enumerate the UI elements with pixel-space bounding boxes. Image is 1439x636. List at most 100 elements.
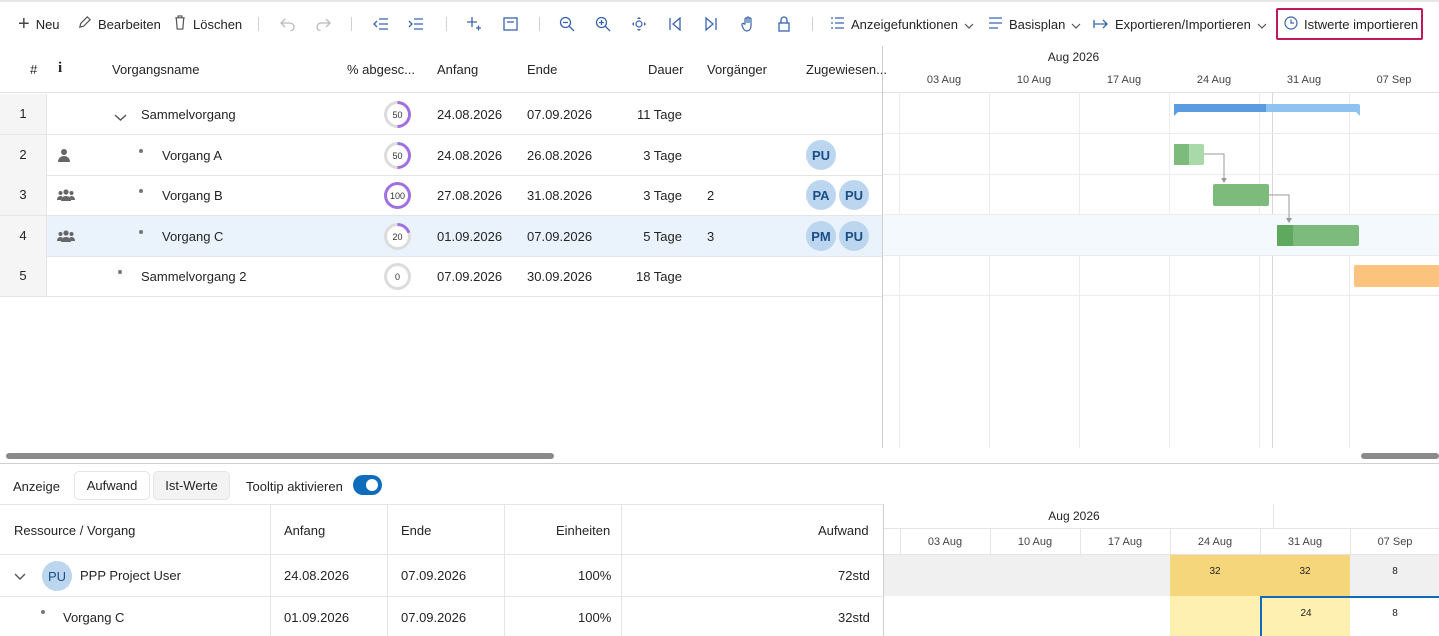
tab-effort[interactable]: Aufwand xyxy=(75,472,149,499)
toolbar-separator xyxy=(539,17,540,31)
progress-value: 50 xyxy=(387,104,408,125)
delete-button[interactable]: Löschen xyxy=(173,12,242,36)
bullet-icon xyxy=(139,189,143,193)
week-label: 17 Aug xyxy=(1107,536,1143,548)
resource-avatar[interactable]: PM xyxy=(806,221,836,251)
col-res-end[interactable]: Ende xyxy=(401,523,431,538)
tooltip-label: Tooltip aktivieren xyxy=(246,479,343,494)
add-subtask-icon[interactable] xyxy=(463,12,485,36)
zoom-fit-icon[interactable] xyxy=(628,12,650,36)
col-duration[interactable]: Dauer xyxy=(648,62,683,77)
baseline-dropdown[interactable]: Basisplan xyxy=(988,12,1081,36)
week-divider xyxy=(900,529,901,554)
task-row[interactable]: 5 Sammelvorgang 2 0 07.09.2026 30.09.2026 18 … xyxy=(0,256,882,297)
col-resource[interactable]: Ressource / Vorgang xyxy=(14,523,135,538)
edit-button[interactable]: Bearbeiten xyxy=(77,12,161,36)
go-to-start-icon[interactable] xyxy=(664,12,686,36)
duration: 3 Tage xyxy=(643,188,682,203)
col-effort[interactable]: Aufwand xyxy=(818,523,869,538)
zoom-out-icon[interactable] xyxy=(556,12,578,36)
grid-scrollbar[interactable] xyxy=(6,453,554,459)
display-label: Anzeige xyxy=(13,479,60,494)
collapse-chevron-icon[interactable] xyxy=(114,110,127,125)
progress-value: 100 xyxy=(387,185,408,206)
resource-avatar[interactable]: PU xyxy=(806,140,836,170)
window-icon[interactable] xyxy=(499,12,521,36)
week-label: 07 Sep xyxy=(1377,536,1413,548)
effort-cell: 24 xyxy=(1260,596,1350,636)
toolbar-separator xyxy=(446,17,447,31)
resource-task-row[interactable]: Vorgang C 01.09.2026 07.09.2026 100% 32s… xyxy=(0,597,883,636)
col-number[interactable]: # xyxy=(30,62,37,77)
gantt-chart: Aug 2026 03 Aug 10 Aug 17 Aug 24 Aug 31 Aug 0… xyxy=(882,46,1439,448)
week-divider xyxy=(1170,529,1171,554)
end-date: 31.08.2026 xyxy=(527,188,593,203)
end-date: 30.09.2026 xyxy=(527,269,593,284)
task-name: Sammelvorgang xyxy=(141,107,236,122)
timeline-header-border xyxy=(884,554,1439,555)
pan-hand-icon[interactable] xyxy=(737,12,759,36)
duration: 11 Tage xyxy=(636,107,682,122)
effort-cell: 8 xyxy=(1392,566,1398,577)
trash-icon xyxy=(173,15,187,33)
info-icon[interactable]: i xyxy=(58,60,62,77)
task-row[interactable]: 4 Vorgang C 20 01.09.2026 07.09.2026 5 Tage 3 P… xyxy=(0,216,882,257)
progress-value: 0 xyxy=(387,266,408,287)
resource-avatar[interactable]: PU xyxy=(839,180,869,210)
resource-avatar[interactable]: PA xyxy=(806,180,836,210)
progress-ring: 100 xyxy=(384,182,411,209)
collapse-chevron-icon[interactable] xyxy=(14,569,26,584)
col-end[interactable]: Ende xyxy=(527,62,557,77)
end-date: 07.09.2026 xyxy=(527,229,593,244)
row-number: 3 xyxy=(0,175,47,215)
outdent-icon[interactable] xyxy=(370,12,392,36)
duration: 3 Tage xyxy=(643,148,682,163)
bullet-icon xyxy=(41,610,45,614)
zoom-in-icon[interactable] xyxy=(592,12,614,36)
col-start[interactable]: Anfang xyxy=(437,62,478,77)
week-label: 03 Aug xyxy=(927,536,963,548)
resource-avatar[interactable]: PU xyxy=(839,221,869,251)
task-row[interactable]: 2 Vorgang A 50 24.08.2026 26.08.2026 3 Tage PU xyxy=(0,135,882,176)
bullet-icon xyxy=(139,149,143,153)
col-name[interactable]: Vorgangsname xyxy=(112,62,199,77)
col-percent[interactable]: % abgesc... xyxy=(347,62,415,77)
redo-icon[interactable] xyxy=(312,12,334,36)
task-row[interactable]: 3 Vorgang B 100 27.08.2026 31.08.2026 3 Tage 2… xyxy=(0,175,882,216)
toolbar: + Neu Bearbeiten Löschen Anzeigefunktione… xyxy=(0,0,1439,46)
task-name: Vorgang C xyxy=(162,229,224,244)
resource-timeline: Aug 2026 03 Aug 10 Aug 17 Aug 24 Aug 31 Aug 0… xyxy=(883,504,1439,636)
tab-actuals[interactable]: Ist-Werte xyxy=(154,472,229,499)
go-to-end-icon[interactable] xyxy=(700,12,722,36)
chevron-down-icon xyxy=(964,17,974,32)
task-effort: 32std xyxy=(838,610,870,625)
task-row[interactable]: 1 Sammelvorgang 50 24.08.2026 07.09.2026 11 T… xyxy=(0,94,882,135)
res-units: 100% xyxy=(578,568,612,583)
effort-cell: 8 xyxy=(1350,596,1439,636)
month-divider xyxy=(1273,504,1274,529)
week-divider xyxy=(1260,529,1261,554)
lock-icon[interactable] xyxy=(773,12,795,36)
gantt-scrollbar[interactable] xyxy=(1361,453,1439,459)
col-res-start[interactable]: Anfang xyxy=(284,523,325,538)
pencil-icon xyxy=(77,15,92,33)
col-units[interactable]: Einheiten xyxy=(556,523,610,538)
undo-icon[interactable] xyxy=(277,12,299,36)
tooltip-toggle[interactable] xyxy=(353,475,382,495)
progress-value: 50 xyxy=(387,145,408,166)
col-predecessor[interactable]: Vorgänger xyxy=(707,62,767,77)
effort-cell-empty xyxy=(1170,596,1260,636)
row-number: 1 xyxy=(0,94,47,134)
import-actuals-button[interactable]: Istwerte importieren xyxy=(1276,8,1423,40)
predecessor: 3 xyxy=(707,229,715,244)
display-features-dropdown[interactable]: Anzeigefunktionen xyxy=(830,12,974,36)
task-name: Vorgang A xyxy=(162,148,222,163)
resource-row[interactable]: PU PPP Project User 24.08.2026 07.09.202… xyxy=(0,555,883,597)
indent-icon[interactable] xyxy=(405,12,427,36)
new-button[interactable]: + Neu xyxy=(18,12,60,36)
export-import-dropdown[interactable]: Exportieren/Importieren xyxy=(1093,12,1267,36)
col-assigned[interactable]: Zugewiesen... xyxy=(806,62,887,77)
progress-value: 20 xyxy=(387,226,408,247)
effort-cell: 32 xyxy=(1170,554,1260,596)
row-number: 5 xyxy=(0,256,47,296)
